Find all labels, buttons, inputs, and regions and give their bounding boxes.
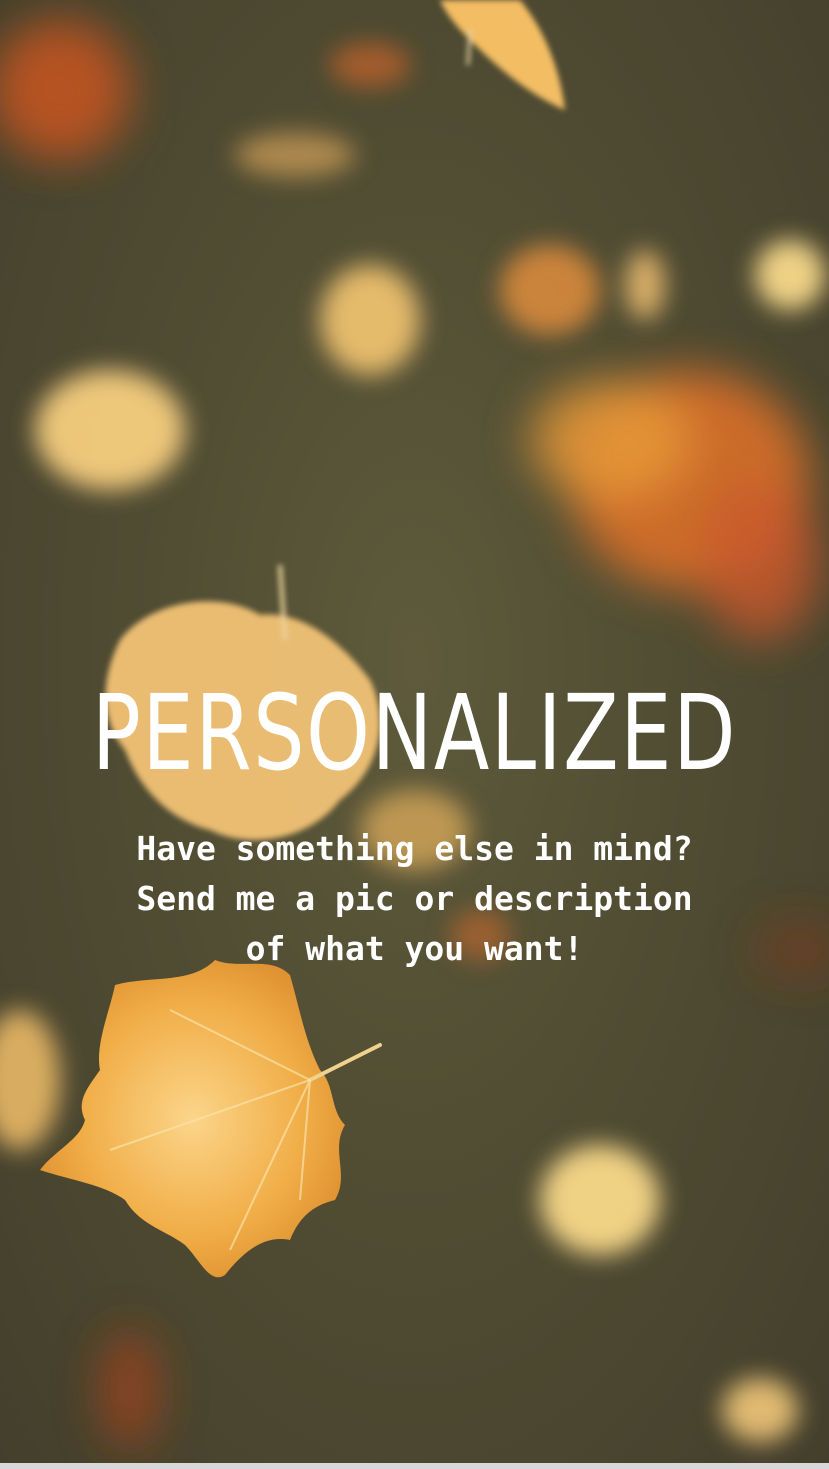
caption-text: Have something else in mind? Send me a p… (136, 829, 693, 968)
top-leaf (440, 0, 565, 110)
foreground-maple-leaf (40, 960, 382, 1278)
page-title: PERSONALIZED (91, 672, 738, 794)
bottom-divider (0, 1463, 829, 1469)
story-canvas: PERSONALIZED Have something else in mind… (0, 0, 829, 1469)
